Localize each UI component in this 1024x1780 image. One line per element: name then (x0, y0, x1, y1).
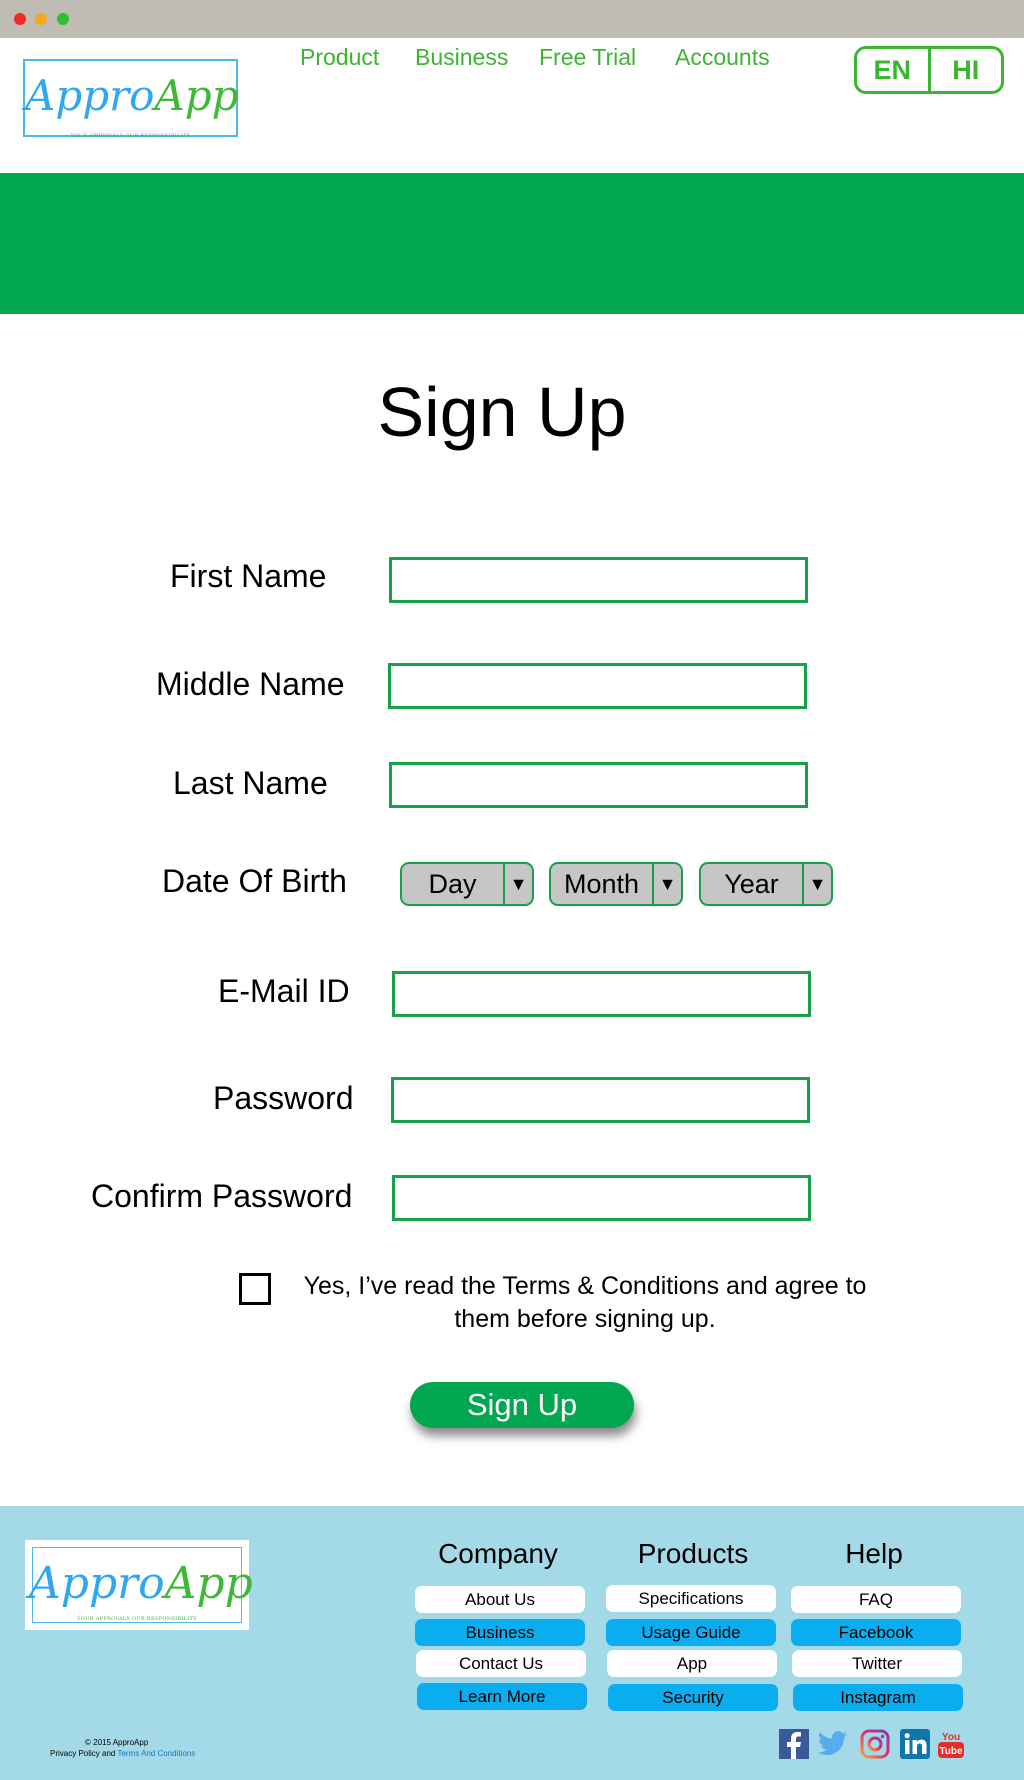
terms-link[interactable]: Terms And Conditions (117, 1749, 195, 1758)
instagram-icon[interactable] (860, 1729, 890, 1759)
footer-link-twitter[interactable]: Twitter (792, 1650, 962, 1677)
last-name-input[interactable] (389, 762, 808, 808)
confirm-password-input[interactable] (392, 1175, 811, 1221)
footer-col-title-help: Help (845, 1538, 903, 1569)
window-titlebar (0, 0, 1024, 38)
footer-link-usage-guide[interactable]: Usage Guide (606, 1619, 776, 1646)
footer-link-learn-more[interactable]: Learn More (417, 1683, 587, 1710)
lang-hi-button[interactable]: HI (927, 49, 1002, 91)
language-switcher: EN HI (854, 46, 1004, 94)
dob-label: Date Of Birth (162, 863, 347, 899)
dob-year-select[interactable]: Year ▼ (699, 862, 833, 906)
footer-link-contact-us[interactable]: Contact Us (416, 1650, 586, 1677)
middle-name-input[interactable] (388, 663, 807, 709)
dropdown-arrow-icon: ▼ (503, 864, 532, 904)
dob-month-select[interactable]: Month ▼ (549, 862, 683, 906)
footer-link-app[interactable]: App (607, 1650, 777, 1677)
middle-name-label: Middle Name (156, 666, 345, 702)
logo-brand: ApproApp (29, 1558, 253, 1609)
svg-text:You: You (942, 1732, 960, 1743)
terms-checkbox[interactable] (239, 1273, 271, 1305)
hero-banner (0, 173, 1024, 314)
close-window-button[interactable] (14, 13, 26, 25)
facebook-icon[interactable] (779, 1729, 809, 1759)
terms-text: Yes, I’ve read the Terms & Conditions an… (303, 1272, 867, 1333)
logo-tagline: YOUR APPROVALS OUR RESPONSIBILITY (77, 1616, 197, 1622)
first-name-input[interactable] (389, 557, 808, 603)
logo-brand: ApproApp (25, 71, 239, 120)
linkedin-icon[interactable] (900, 1729, 930, 1759)
nav-link-accounts[interactable]: Accounts (675, 44, 770, 71)
email-input[interactable] (392, 971, 811, 1017)
footer-link-specifications[interactable]: Specifications (606, 1585, 776, 1612)
footer-link-instagram[interactable]: Instagram (793, 1684, 963, 1711)
email-label: E-Mail ID (218, 973, 350, 1009)
nav-link-business[interactable]: Business (415, 44, 508, 71)
nav-link-free-trial[interactable]: Free Trial (539, 44, 636, 71)
dob-day-value: Day (428, 868, 477, 899)
minimize-window-button[interactable] (35, 13, 47, 25)
dob-month-value: Month (563, 868, 640, 899)
page-title: Sign Up (377, 373, 627, 451)
header-logo[interactable]: ApproApp YOUR APPROVALS OUR RESPONSIBILI… (23, 59, 239, 139)
dob-day-select[interactable]: Day ▼ (400, 862, 534, 906)
dropdown-arrow-icon: ▼ (802, 864, 831, 904)
footer-col-title-company: Company (438, 1538, 558, 1569)
copyright: © 2015 ApproApp Privacy Policy and Terms… (50, 1737, 195, 1759)
dob-year-value: Year (724, 868, 779, 899)
lang-en-button[interactable]: EN (857, 49, 928, 91)
password-label: Password (213, 1080, 354, 1116)
confirm-password-label: Confirm Password (91, 1178, 353, 1214)
footer-link-about-us[interactable]: About Us (415, 1586, 585, 1613)
legal-links-prefix: Privacy Policy and (50, 1749, 118, 1758)
legal-links: Privacy Policy and Terms And Conditions (50, 1748, 195, 1759)
maximize-window-button[interactable] (57, 13, 69, 25)
password-input[interactable] (391, 1077, 810, 1123)
nav-link-product[interactable]: Product (300, 44, 379, 71)
first-name-label: First Name (170, 558, 327, 594)
footer-link-facebook[interactable]: Facebook (791, 1619, 961, 1646)
logo-tagline: YOUR APPROVALS OUR RESPONSIBILITY (70, 133, 191, 139)
twitter-icon[interactable] (818, 1729, 848, 1759)
sign-up-button[interactable]: Sign Up (410, 1382, 634, 1428)
footer-col-title-products: Products (637, 1538, 749, 1569)
dropdown-arrow-icon: ▼ (652, 864, 681, 904)
footer-link-business[interactable]: Business (415, 1619, 585, 1646)
last-name-label: Last Name (173, 765, 328, 801)
footer-link-security[interactable]: Security (608, 1684, 778, 1711)
copyright-text: © 2015 ApproApp (85, 1738, 149, 1747)
footer-logo[interactable]: ApproApp YOUR APPROVALS OUR RESPONSIBILI… (25, 1540, 253, 1630)
footer-link-faq[interactable]: FAQ (791, 1586, 961, 1613)
svg-text:Tube: Tube (939, 1746, 963, 1757)
youtube-icon[interactable]: You Tube (936, 1729, 966, 1759)
